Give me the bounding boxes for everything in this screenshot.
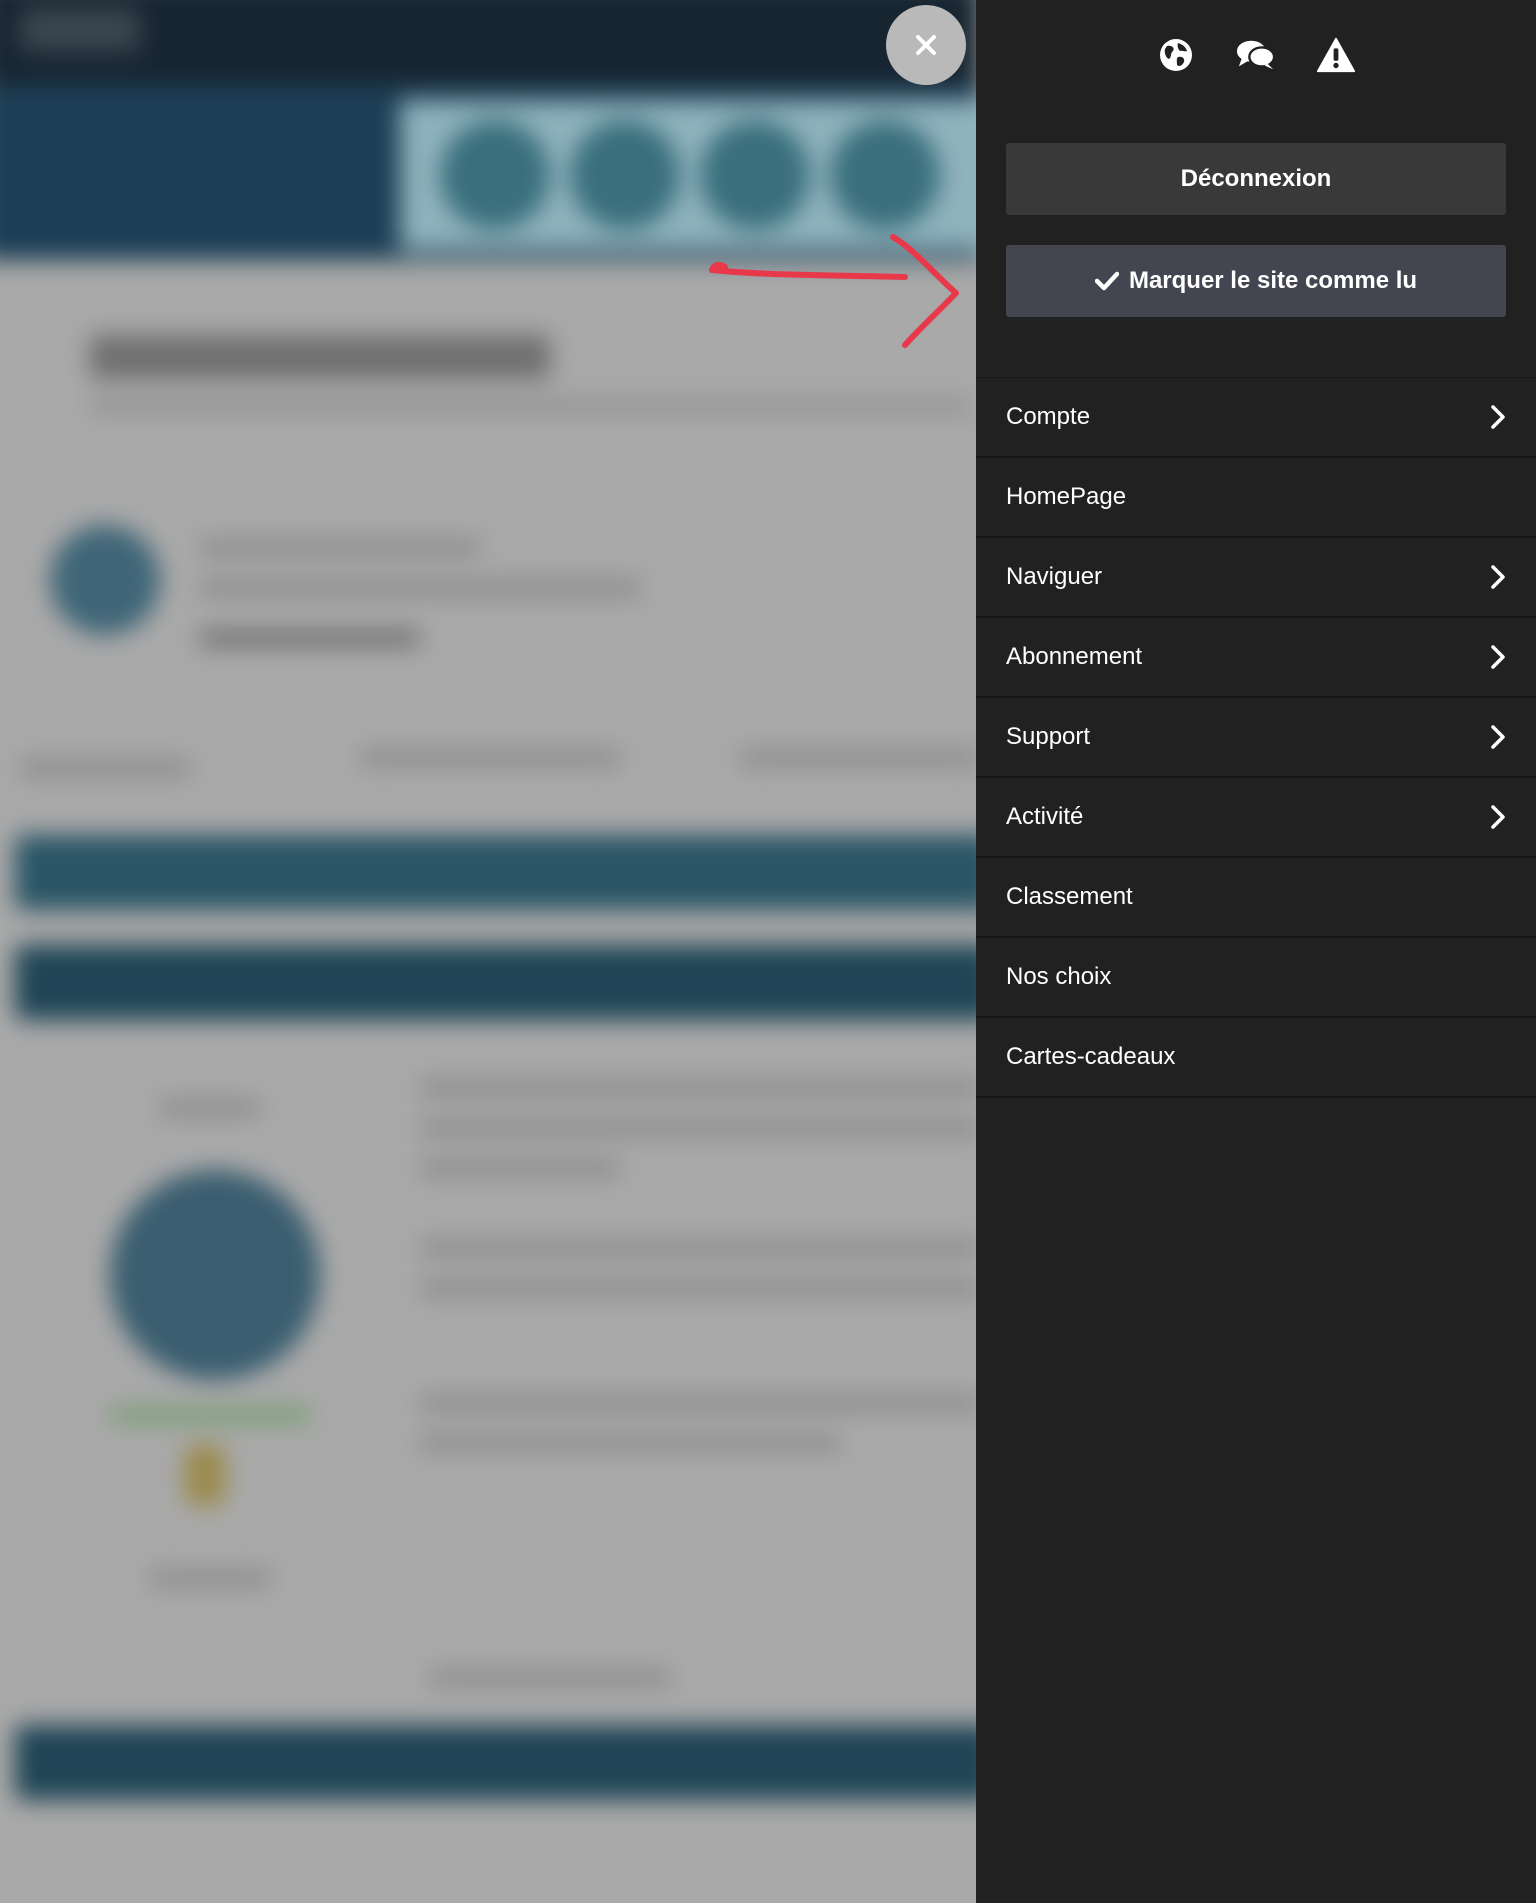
drawer-icon-bar xyxy=(976,28,1536,82)
menu-item-label: Classement xyxy=(1006,883,1133,910)
background-text-line xyxy=(20,760,190,776)
comments-icon[interactable] xyxy=(1236,35,1276,75)
background-text-line xyxy=(160,1100,260,1116)
background-text-line xyxy=(420,1120,976,1136)
mark-site-read-label: Marquer le site comme lu xyxy=(1128,267,1418,294)
menu-item-naviguer[interactable]: Naviguer xyxy=(976,538,1536,618)
background-status-bar xyxy=(110,1410,310,1420)
close-drawer-button[interactable] xyxy=(886,5,966,85)
warning-icon[interactable] xyxy=(1316,35,1356,75)
annotation-arrow xyxy=(709,234,959,348)
background-text-line xyxy=(200,580,640,596)
background-section-bar xyxy=(15,1725,976,1800)
menu-item-cartes-cadeaux[interactable]: Cartes-cadeaux xyxy=(976,1018,1536,1098)
menu-item-label: Compte xyxy=(1006,403,1091,430)
background-section-bar xyxy=(15,945,976,1020)
chevron-right-icon xyxy=(1488,644,1508,670)
mark-site-read-button[interactable]: Marquer le site comme lu xyxy=(1006,245,1506,317)
background-section-bar xyxy=(15,835,976,910)
background-logo-shape xyxy=(830,120,940,230)
background-text-line xyxy=(200,540,480,556)
menu-item-compte[interactable]: Compte xyxy=(976,378,1536,458)
background-text-line xyxy=(420,1395,976,1411)
menu-item-label: Activité xyxy=(1006,803,1084,830)
checkmark-icon xyxy=(1094,271,1119,291)
background-text-line xyxy=(420,1240,976,1256)
menu-item-classement[interactable]: Classement xyxy=(976,858,1536,938)
menu-item-label: Cartes-cadeaux xyxy=(1006,1043,1176,1070)
background-subtitle xyxy=(90,400,970,412)
menu-item-label: Naviguer xyxy=(1006,563,1103,590)
menu-item-activite[interactable]: Activité xyxy=(976,778,1536,858)
chevron-right-icon xyxy=(1488,404,1508,430)
background-text-line xyxy=(420,1280,976,1296)
background-logo-shape xyxy=(570,120,680,230)
background-text-line xyxy=(430,1670,670,1686)
chevron-right-icon xyxy=(1488,804,1508,830)
chevron-right-icon xyxy=(1488,564,1508,590)
drawer-menu: Compte HomePage Naviguer Abonnement Supp… xyxy=(976,377,1536,1098)
menu-item-support[interactable]: Support xyxy=(976,698,1536,778)
background-text-line xyxy=(740,750,976,766)
menu-item-nos-choix[interactable]: Nos choix xyxy=(976,938,1536,1018)
menu-item-label: HomePage xyxy=(1006,483,1127,510)
background-topbar xyxy=(0,0,976,85)
background-badge xyxy=(185,1445,225,1505)
globe-icon[interactable] xyxy=(1156,35,1196,75)
background-logo-shape xyxy=(440,120,550,230)
background-avatar xyxy=(50,525,160,635)
background-logo-shape xyxy=(700,120,810,230)
menu-item-label: Abonnement xyxy=(1006,643,1143,670)
chevron-right-icon xyxy=(1488,724,1508,750)
menu-item-homepage[interactable]: HomePage xyxy=(976,458,1536,538)
menu-item-label: Support xyxy=(1006,723,1091,750)
background-page-title xyxy=(90,335,550,379)
background-topbar-button xyxy=(20,8,140,52)
background-profile-image xyxy=(110,1170,320,1380)
background-text-line xyxy=(420,1080,976,1096)
logout-button-label: Déconnexion xyxy=(1180,165,1332,192)
close-icon xyxy=(916,35,936,55)
background-text-line xyxy=(200,630,420,646)
background-text-line xyxy=(420,1435,840,1451)
background-text-line xyxy=(150,1570,270,1586)
menu-item-label: Nos choix xyxy=(1006,963,1112,990)
side-drawer: Déconnexion Marquer le site comme lu Com… xyxy=(976,0,1536,1903)
background-text-line xyxy=(360,750,620,766)
background-text-line xyxy=(420,1160,620,1176)
menu-item-abonnement[interactable]: Abonnement xyxy=(976,618,1536,698)
logout-button[interactable]: Déconnexion xyxy=(1006,143,1506,215)
